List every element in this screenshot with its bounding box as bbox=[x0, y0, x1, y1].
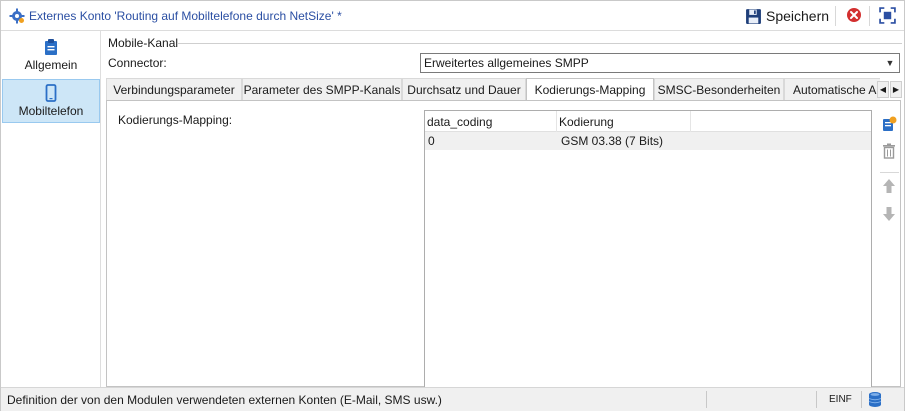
save-button[interactable]: Speichern bbox=[745, 5, 829, 27]
status-divider bbox=[706, 391, 707, 408]
account-gear-icon bbox=[9, 8, 25, 24]
close-icon[interactable] bbox=[846, 7, 862, 23]
column-header-kodierung[interactable]: Kodierung bbox=[557, 111, 691, 132]
group-title: Mobile-Kanal bbox=[108, 36, 182, 50]
status-divider bbox=[816, 391, 817, 408]
clipboard-icon bbox=[45, 39, 57, 55]
mobile-phone-icon bbox=[45, 84, 57, 102]
group-divider bbox=[178, 43, 902, 44]
tab-strip: Verbindungsparameter Parameter des SMPP-… bbox=[106, 78, 880, 100]
tab-smpp-kanal-parameter[interactable]: Parameter des SMPP-Kanals bbox=[242, 78, 402, 100]
status-bar: Definition der von den Modulen verwendet… bbox=[1, 387, 904, 411]
sidebar-item-allgemein[interactable]: Allgemein bbox=[2, 34, 100, 78]
cell-kodierung: GSM 03.38 (7 Bits) bbox=[561, 134, 664, 148]
tab-panel-kodierungs-mapping: Kodierungs-Mapping: data_coding Kodierun… bbox=[106, 100, 901, 389]
column-header-data-coding[interactable]: data_coding bbox=[425, 111, 557, 132]
floppy-disk-icon bbox=[746, 8, 761, 24]
database-icon bbox=[868, 392, 882, 407]
tab-scroll-right-icon[interactable]: ▶ bbox=[890, 81, 902, 98]
connector-value: Erweitertes allgemeines SMPP bbox=[424, 56, 589, 70]
trash-icon[interactable] bbox=[879, 141, 899, 161]
tab-verbindungsparameter[interactable]: Verbindungsparameter bbox=[106, 78, 242, 100]
tab-durchsatz-dauer[interactable]: Durchsatz und Dauer bbox=[402, 78, 526, 100]
chevron-down-icon[interactable]: ▼ bbox=[881, 54, 899, 72]
grid-header: data_coding Kodierung bbox=[425, 111, 871, 132]
sidebar-item-mobiltelefon[interactable]: Mobiltelefon bbox=[2, 79, 100, 123]
tab-smsc-besonderheiten[interactable]: SMSC-Besonderheiten bbox=[654, 78, 784, 100]
mapping-label: Kodierungs-Mapping: bbox=[118, 113, 233, 127]
main-content: Mobile-Kanal Connector: Erweitertes allg… bbox=[102, 31, 904, 389]
sidebar-item-label: Mobiltelefon bbox=[18, 104, 84, 118]
cell-data-coding: 0 bbox=[428, 134, 435, 148]
toolbar-separator bbox=[869, 6, 870, 26]
status-divider bbox=[861, 391, 862, 408]
tab-kodierungs-mapping[interactable]: Kodierungs-Mapping bbox=[526, 78, 654, 100]
insert-mode-indicator: EINF bbox=[829, 394, 852, 405]
table-row[interactable]: 0 GSM 03.38 (7 Bits) bbox=[425, 132, 871, 150]
connector-select[interactable]: Erweitertes allgemeines SMPP ▼ bbox=[420, 53, 900, 73]
mapping-grid[interactable]: data_coding Kodierung 0 GSM 03.38 (7 Bit… bbox=[424, 110, 872, 389]
sidebar-item-label: Allgemein bbox=[24, 58, 78, 72]
arrow-down-icon[interactable] bbox=[879, 204, 899, 224]
external-account-window: Externes Konto 'Routing auf Mobiltelefon… bbox=[0, 0, 905, 411]
connector-label: Connector: bbox=[108, 56, 167, 70]
tab-automatische[interactable]: Automatische A bbox=[784, 78, 880, 100]
fullscreen-icon[interactable] bbox=[879, 7, 896, 24]
status-text: Definition der von den Modulen verwendet… bbox=[7, 393, 442, 407]
sidebar: Allgemein Mobiltelefon bbox=[1, 31, 101, 387]
window-title: Externes Konto 'Routing auf Mobiltelefon… bbox=[29, 9, 342, 23]
add-row-icon[interactable] bbox=[879, 114, 899, 134]
arrow-up-icon[interactable] bbox=[879, 176, 899, 196]
title-bar: Externes Konto 'Routing auf Mobiltelefon… bbox=[1, 1, 904, 31]
toolbar-separator bbox=[880, 172, 899, 173]
tab-scroll-left-icon[interactable]: ◀ bbox=[877, 81, 889, 98]
toolbar-separator bbox=[835, 6, 836, 26]
save-button-label: Speichern bbox=[766, 8, 830, 24]
